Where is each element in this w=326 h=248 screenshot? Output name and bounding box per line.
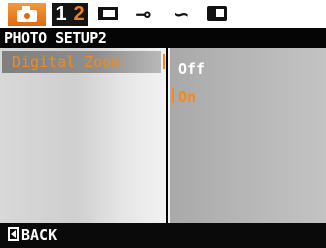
- option-selection-cursor: [172, 88, 174, 103]
- footer-bar: BACK: [0, 223, 326, 248]
- back-label: BACK: [21, 226, 58, 244]
- options-list: Off On: [168, 48, 326, 223]
- camera-icon: [17, 6, 37, 22]
- option-off[interactable]: Off: [178, 60, 205, 78]
- title-bar: PHOTO SETUP2: [0, 28, 326, 48]
- curve-icon[interactable]: ∽: [173, 2, 190, 26]
- tab-setup-2[interactable]: 2: [70, 3, 88, 26]
- mode-tab-bar: 1 2 ⊸ ∽: [0, 0, 326, 28]
- page-title: PHOTO SETUP2: [4, 29, 107, 47]
- tab-setup-1[interactable]: 1: [52, 3, 70, 26]
- frame-icon[interactable]: [98, 7, 118, 20]
- menu-item-digital-zoom[interactable]: Digital Zoom: [2, 51, 161, 73]
- camera-tab[interactable]: [8, 3, 46, 26]
- back-arrow-icon: [8, 227, 19, 241]
- menu-item-label: Digital Zoom: [12, 53, 121, 71]
- selection-cursor: [163, 54, 165, 69]
- playback-icon[interactable]: [207, 6, 227, 21]
- option-on[interactable]: On: [178, 88, 196, 106]
- menu-list: Digital Zoom: [0, 48, 166, 223]
- key-icon[interactable]: ⊸: [135, 2, 152, 26]
